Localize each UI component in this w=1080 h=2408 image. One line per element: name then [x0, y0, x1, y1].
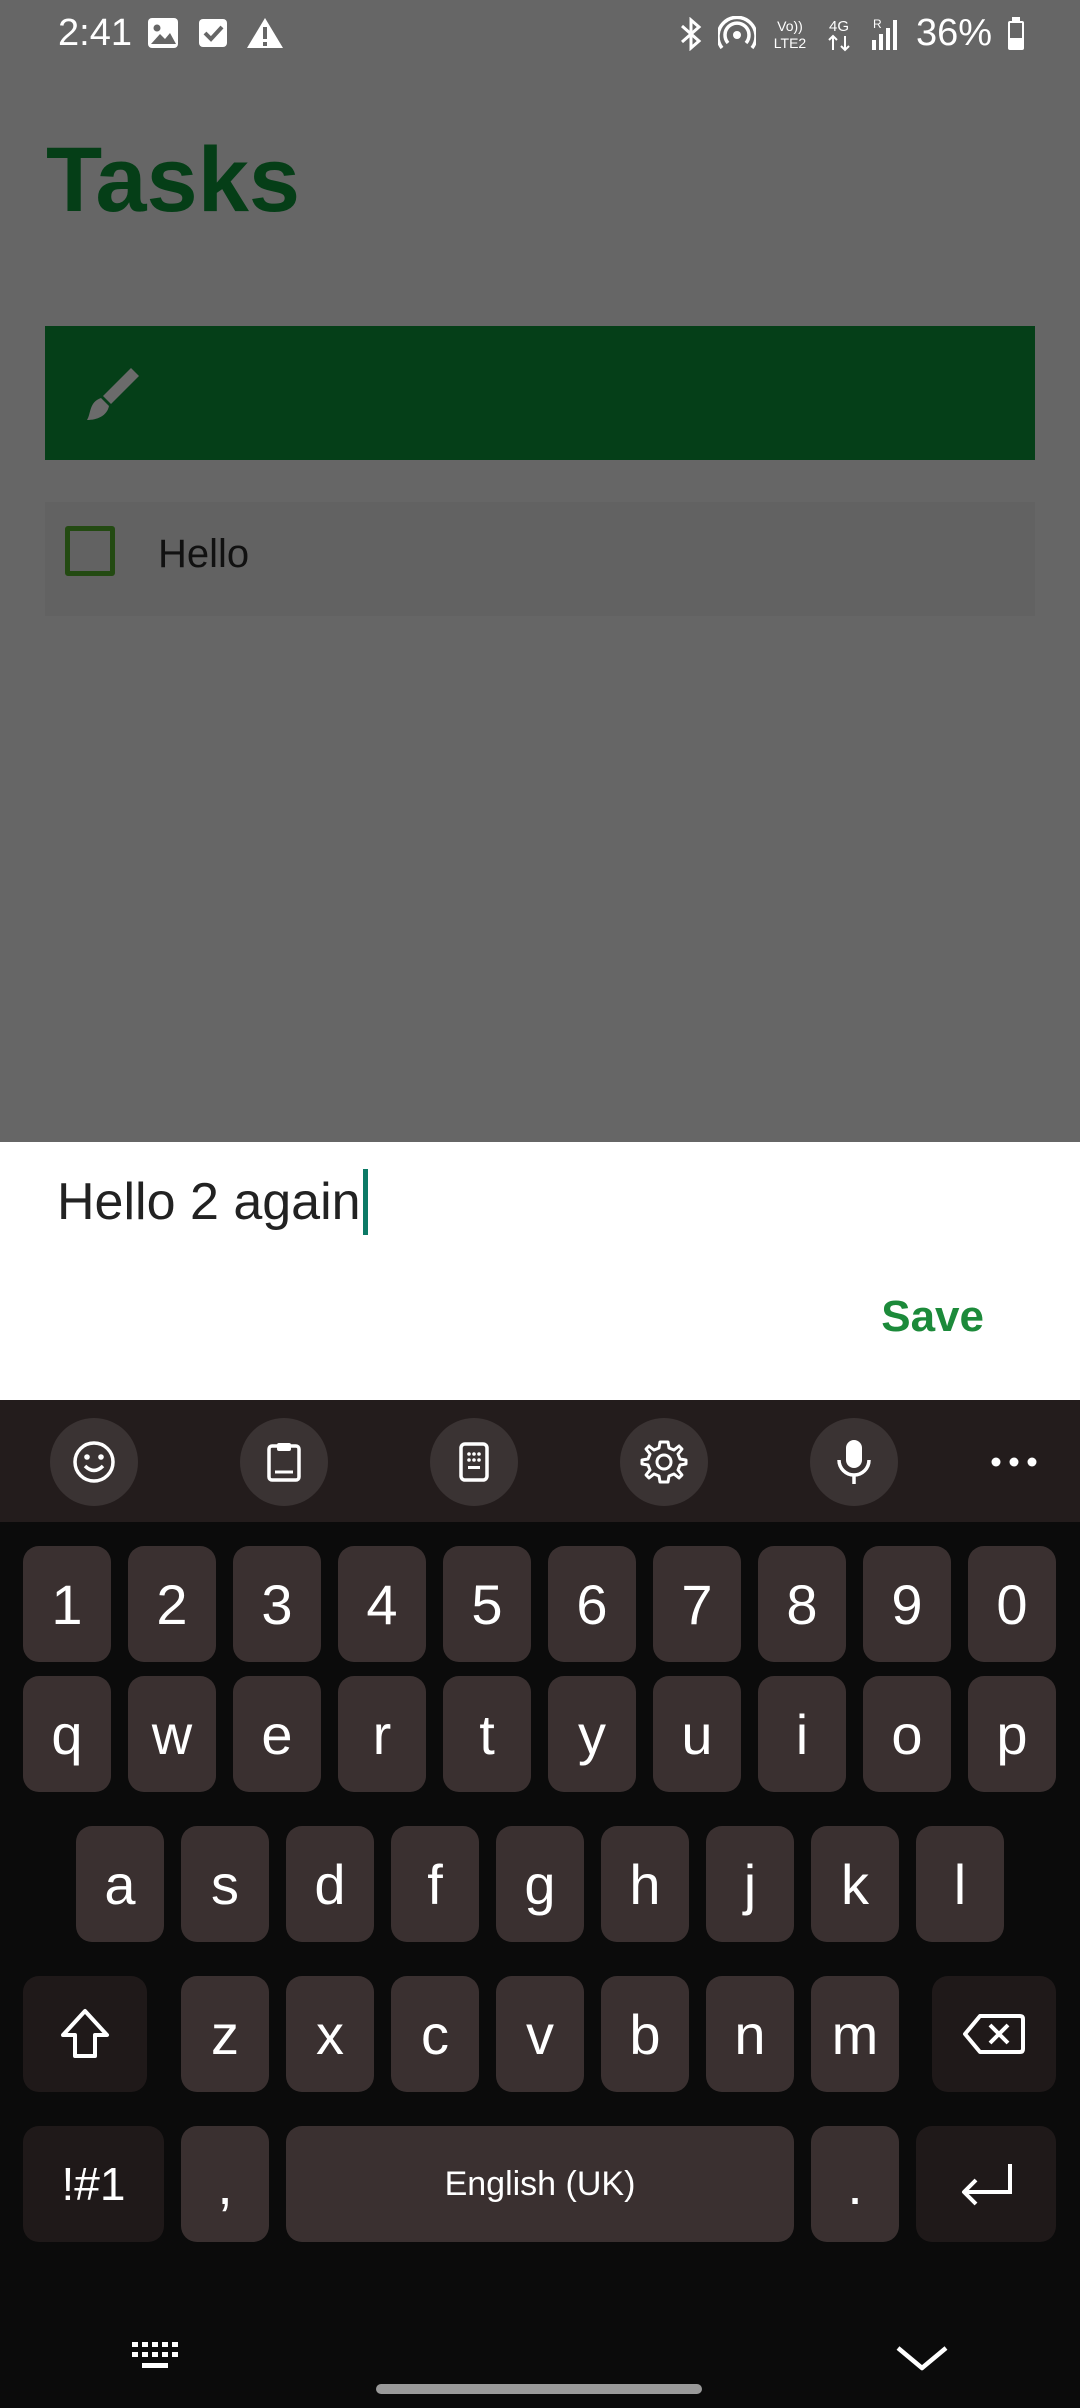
battery-icon: [1006, 16, 1026, 52]
key-5[interactable]: 5: [443, 1546, 531, 1662]
enter-key[interactable]: [916, 2126, 1056, 2242]
volte-bottom-text: LTE2: [774, 35, 807, 51]
key-q[interactable]: q: [23, 1676, 111, 1792]
list-item[interactable]: Hello: [45, 502, 1035, 616]
key-k[interactable]: k: [811, 1826, 899, 1942]
key-6[interactable]: 6: [548, 1546, 636, 1662]
backspace-icon: [963, 2014, 1025, 2054]
shift-key[interactable]: [23, 1976, 147, 2092]
status-right: Vo)) LTE2 4G R 36%: [678, 12, 1026, 55]
key-l[interactable]: l: [916, 1826, 1004, 1942]
signal-icon: R: [868, 16, 902, 52]
bluetooth-icon: [678, 16, 704, 51]
key-4[interactable]: 4: [338, 1546, 426, 1662]
warning-icon: [246, 16, 284, 50]
task-input-value: Hello 2 again: [57, 1173, 361, 1231]
key-t[interactable]: t: [443, 1676, 531, 1792]
status-time: 2:41: [58, 12, 132, 54]
roaming-text: R: [873, 17, 882, 31]
key-s[interactable]: s: [181, 1826, 269, 1942]
text-caret: [362, 1169, 368, 1235]
key-m[interactable]: m: [811, 1976, 899, 2092]
key-x[interactable]: x: [286, 1976, 374, 2092]
enter-icon: [962, 2164, 1012, 2206]
key-a[interactable]: a: [76, 1826, 164, 1942]
shift-icon: [61, 2009, 109, 2058]
settings-icon[interactable]: [620, 1418, 708, 1506]
key-o[interactable]: o: [863, 1676, 951, 1792]
battery-percent: 36%: [915, 12, 992, 54]
task-label: Hello: [158, 532, 250, 576]
key-y[interactable]: y: [548, 1676, 636, 1792]
key-u[interactable]: u: [653, 1676, 741, 1792]
key-2[interactable]: 2: [128, 1546, 216, 1662]
brush-icon[interactable]: [83, 364, 143, 429]
4g-data-icon: 4G: [824, 16, 854, 52]
mic-icon[interactable]: [810, 1418, 898, 1506]
task-checkbox[interactable]: [65, 526, 115, 576]
key-j[interactable]: j: [706, 1826, 794, 1942]
key-p[interactable]: p: [968, 1676, 1056, 1792]
period-key[interactable]: .: [811, 2126, 899, 2242]
more-icon[interactable]: [970, 1418, 1058, 1506]
key-3[interactable]: 3: [233, 1546, 321, 1662]
comma-key[interactable]: ,: [181, 2126, 269, 2242]
key-w[interactable]: w: [128, 1676, 216, 1792]
status-bar: 2:41 Vo)) LTE2 4G R 36%: [0, 0, 1080, 70]
key-9[interactable]: 9: [863, 1546, 951, 1662]
network-text: 4G: [829, 18, 849, 35]
app-screen: 2:41 Vo)) LTE2 4G R 36% Tasks Hello: [0, 0, 1080, 1142]
page-title: Tasks: [46, 129, 301, 231]
key-d[interactable]: d: [286, 1826, 374, 1942]
keyboard-switch-icon[interactable]: [130, 2340, 186, 2381]
key-v[interactable]: v: [496, 1976, 584, 2092]
clipboard-icon[interactable]: [240, 1418, 328, 1506]
key-8[interactable]: 8: [758, 1546, 846, 1662]
task-input[interactable]: Hello 2 again: [57, 1162, 368, 1242]
save-button[interactable]: Save: [881, 1292, 984, 1342]
key-7[interactable]: 7: [653, 1546, 741, 1662]
volte-top-text: Vo)): [777, 18, 803, 34]
notification-icons: [146, 16, 284, 50]
key-f[interactable]: f: [391, 1826, 479, 1942]
space-key[interactable]: English (UK): [286, 2126, 794, 2242]
new-task-bar[interactable]: [45, 326, 1035, 460]
key-e[interactable]: e: [233, 1676, 321, 1792]
image-icon: [146, 16, 180, 50]
key-b[interactable]: b: [601, 1976, 689, 2092]
keyboard-mode-icon[interactable]: [430, 1418, 518, 1506]
symbols-key[interactable]: !#1: [23, 2126, 164, 2242]
hide-keyboard-icon[interactable]: [892, 2340, 952, 2381]
key-c[interactable]: c: [391, 1976, 479, 2092]
key-r[interactable]: r: [338, 1676, 426, 1792]
home-indicator[interactable]: [376, 2384, 702, 2394]
key-i[interactable]: i: [758, 1676, 846, 1792]
key-g[interactable]: g: [496, 1826, 584, 1942]
key-0[interactable]: 0: [968, 1546, 1056, 1662]
keyboard: 1 2 3 4 5 6 7 8 9 0 q w e r t y u i o p …: [0, 1400, 1080, 2408]
volte-icon: Vo)) LTE2: [770, 16, 810, 52]
key-1[interactable]: 1: [23, 1546, 111, 1662]
check-box-icon: [196, 16, 230, 50]
backspace-key[interactable]: [932, 1976, 1056, 2092]
emoji-icon[interactable]: [50, 1418, 138, 1506]
key-n[interactable]: n: [706, 1976, 794, 2092]
hotspot-icon: [717, 15, 756, 52]
key-z[interactable]: z: [181, 1976, 269, 2092]
edit-task-sheet: Hello 2 again Save: [0, 1142, 1080, 1400]
key-h[interactable]: h: [601, 1826, 689, 1942]
keyboard-toolbar: [0, 1400, 1080, 1522]
